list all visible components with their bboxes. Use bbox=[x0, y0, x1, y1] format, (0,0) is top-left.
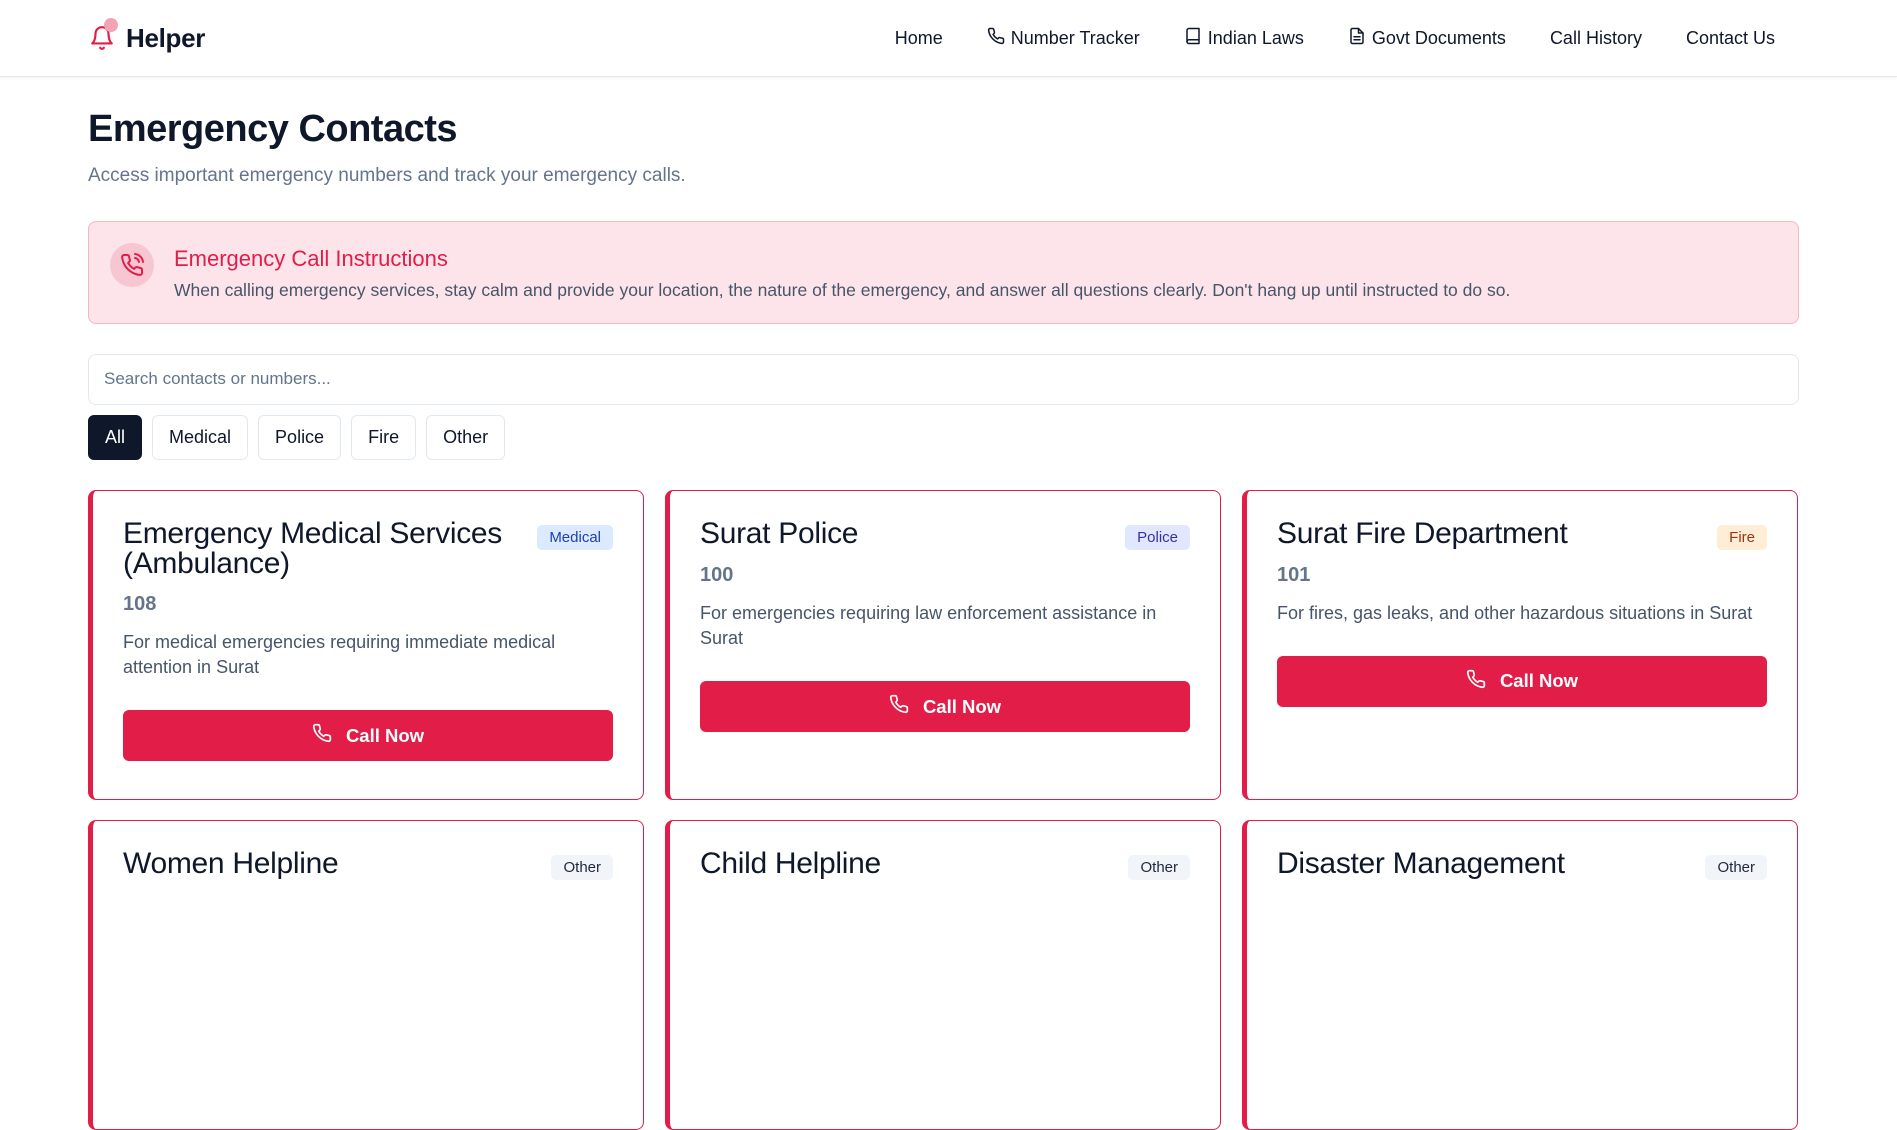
main-content: Emergency Contacts Access important emer… bbox=[88, 77, 1799, 1130]
alert-text: When calling emergency services, stay ca… bbox=[174, 279, 1511, 300]
category-filters: All Medical Police Fire Other bbox=[88, 414, 1799, 460]
filter-medical[interactable]: Medical bbox=[152, 414, 249, 460]
nav-label: Govt Documents bbox=[1371, 28, 1506, 48]
button-label: Call Now bbox=[345, 724, 425, 746]
contact-number: 108 bbox=[123, 592, 157, 615]
contact-title: Surat Police bbox=[700, 516, 859, 550]
filter-other[interactable]: Other bbox=[426, 414, 506, 460]
contact-card: Emergency Medical Services (Ambulance) M… bbox=[88, 489, 644, 800]
nav-call-history[interactable]: Call History bbox=[1528, 28, 1664, 49]
contact-number: 100 bbox=[700, 563, 734, 586]
book-icon bbox=[1184, 27, 1202, 50]
category-badge: Other bbox=[551, 854, 613, 880]
contact-title: Surat Fire Department bbox=[1277, 516, 1568, 550]
nav-label: Number Tracker bbox=[1010, 28, 1140, 48]
contact-card: Disaster Management Other bbox=[1242, 819, 1798, 1130]
document-icon bbox=[1348, 27, 1366, 50]
contact-card: Surat Police Police 100 For emergencies … bbox=[665, 489, 1221, 800]
phone-icon bbox=[1466, 669, 1486, 694]
page-title: Emergency Contacts bbox=[88, 108, 458, 150]
filter-all[interactable]: All bbox=[88, 414, 143, 460]
app-name: Helper bbox=[126, 22, 206, 53]
emergency-instructions-alert: Emergency Call Instructions When calling… bbox=[88, 220, 1799, 324]
contact-number: 101 bbox=[1277, 563, 1311, 586]
button-label: Call Now bbox=[922, 695, 1002, 717]
main-nav: Home Number Tracker Indian Laws Govt Doc… bbox=[873, 0, 1797, 77]
nav-label: Call History bbox=[1549, 28, 1642, 48]
contact-title: Women Helpline bbox=[123, 846, 339, 880]
search-input[interactable] bbox=[88, 353, 1799, 405]
filter-fire[interactable]: Fire bbox=[351, 414, 417, 460]
contact-description: For fires, gas leaks, and other hazardou… bbox=[1277, 602, 1753, 623]
category-badge: Fire bbox=[1717, 524, 1767, 550]
phone-icon bbox=[312, 723, 332, 748]
bell-icon bbox=[88, 18, 118, 54]
contact-card: Women Helpline Other bbox=[88, 819, 644, 1130]
phone-call-icon bbox=[110, 242, 154, 287]
nav-label: Contact Us bbox=[1685, 28, 1775, 48]
nav-govt-documents[interactable]: Govt Documents bbox=[1326, 27, 1528, 50]
contact-title: Emergency Medical Services (Ambulance) bbox=[123, 516, 503, 580]
contact-title: Child Helpline bbox=[700, 846, 881, 880]
nav-label: Indian Laws bbox=[1207, 28, 1304, 48]
contact-description: For emergencies requiring law enforcemen… bbox=[700, 602, 1157, 648]
page-subtitle: Access important emergency numbers and t… bbox=[88, 164, 686, 186]
call-now-button[interactable]: Call Now bbox=[700, 681, 1190, 733]
contact-card: Child Helpline Other bbox=[665, 819, 1221, 1130]
nav-contact-us[interactable]: Contact Us bbox=[1664, 28, 1797, 49]
filter-police[interactable]: Police bbox=[258, 414, 342, 460]
nav-home[interactable]: Home bbox=[873, 28, 965, 49]
call-now-button[interactable]: Call Now bbox=[1277, 655, 1767, 707]
alert-title: Emergency Call Instructions bbox=[174, 245, 448, 271]
nav-indian-laws[interactable]: Indian Laws bbox=[1162, 27, 1326, 50]
category-badge: Medical bbox=[537, 524, 613, 550]
nav-label: Home bbox=[894, 28, 943, 48]
top-navbar: Helper Home Number Tracker Indian Laws G… bbox=[0, 0, 1897, 77]
phone-icon bbox=[987, 27, 1005, 50]
category-badge: Other bbox=[1705, 854, 1767, 880]
contact-card: Surat Fire Department Fire 101 For fires… bbox=[1242, 489, 1798, 800]
contacts-grid: Emergency Medical Services (Ambulance) M… bbox=[88, 489, 1799, 1130]
button-label: Call Now bbox=[1499, 670, 1579, 692]
category-badge: Police bbox=[1125, 524, 1190, 550]
category-badge: Other bbox=[1128, 854, 1190, 880]
contact-description: For medical emergencies requiring immedi… bbox=[123, 631, 556, 677]
app-logo[interactable]: Helper bbox=[88, 18, 205, 58]
nav-number-tracker[interactable]: Number Tracker bbox=[965, 27, 1162, 50]
phone-icon bbox=[889, 694, 909, 719]
contact-title: Disaster Management bbox=[1277, 846, 1565, 880]
call-now-button[interactable]: Call Now bbox=[123, 710, 613, 762]
notification-dot bbox=[104, 18, 118, 32]
